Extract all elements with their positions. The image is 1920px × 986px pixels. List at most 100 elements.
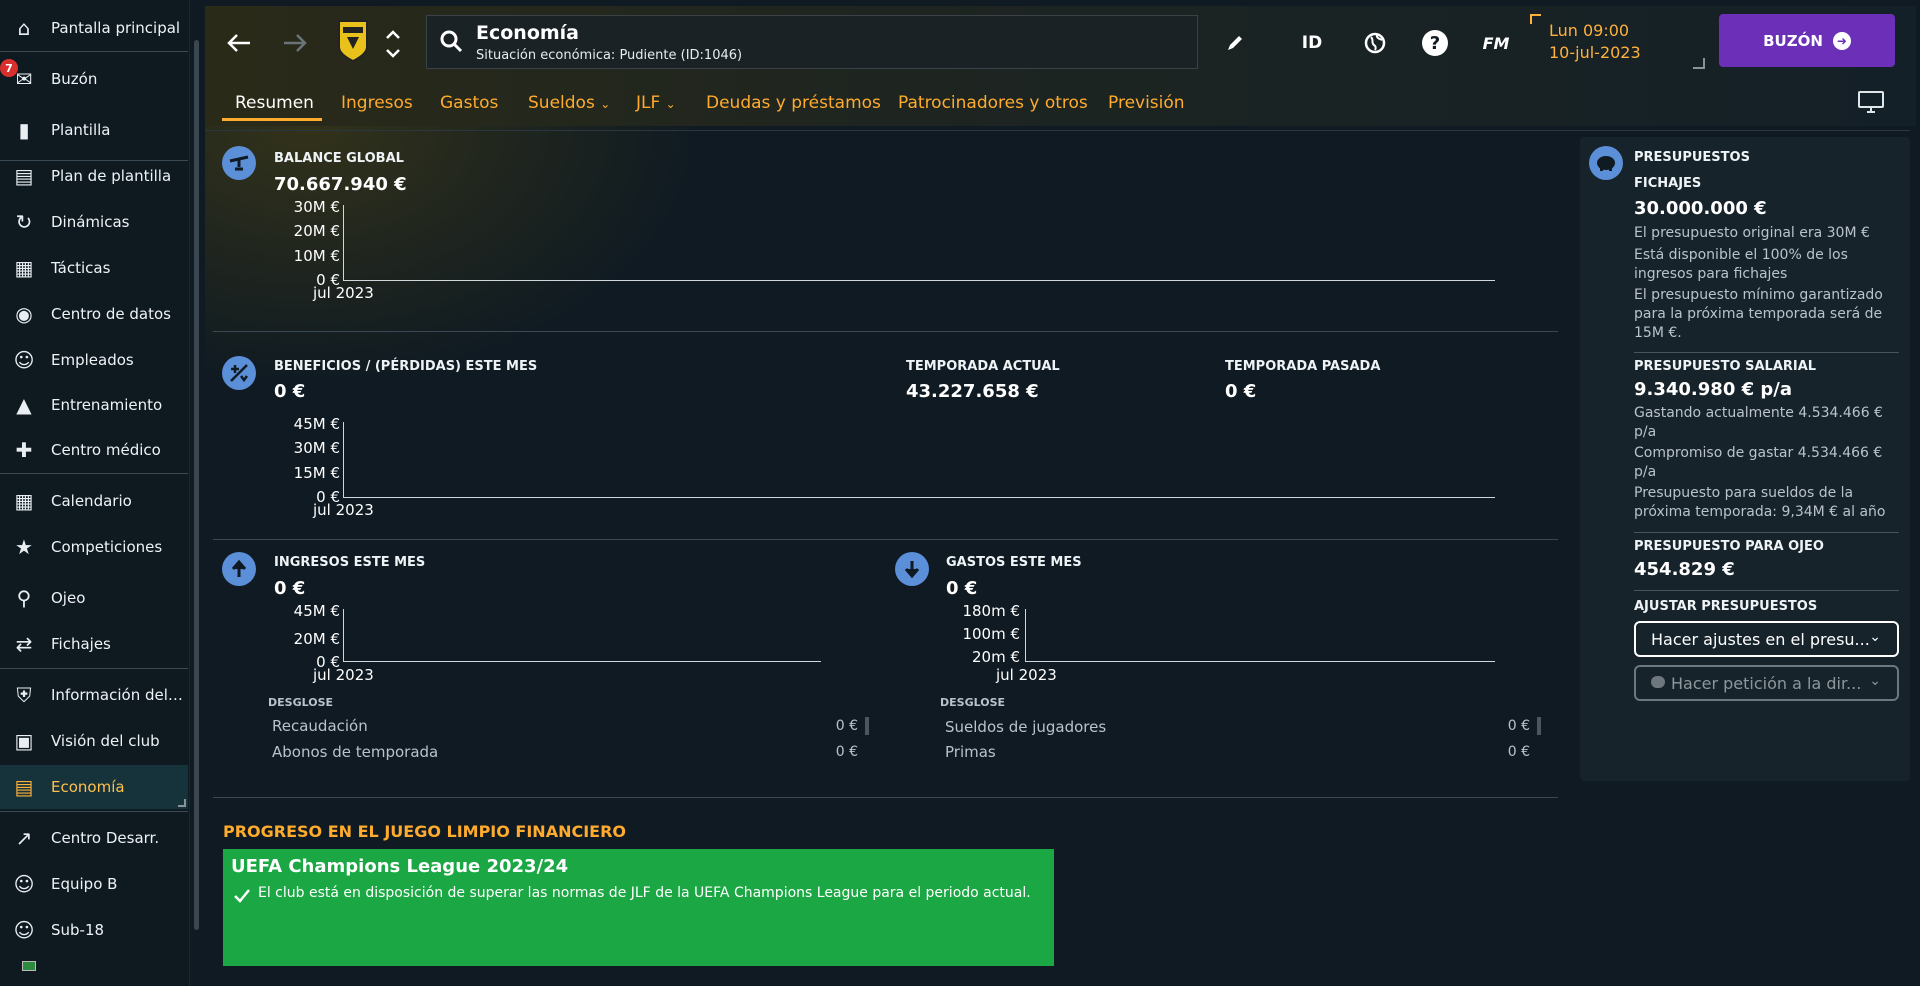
balance-x-tick: jul 2023 — [313, 284, 374, 302]
sidebar-divider — [0, 51, 188, 52]
current-season-title: TEMPORADA ACTUAL — [906, 359, 1060, 374]
section-divider — [213, 331, 1558, 332]
tab-ingresos[interactable]: Ingresos — [341, 93, 413, 113]
sidebar-item-centro-de-datos[interactable]: ◉ Centro de datos — [0, 292, 188, 336]
balance-x-axis — [343, 280, 1495, 281]
clipboard-icon: ▤ — [14, 164, 34, 188]
world-button[interactable] — [1360, 28, 1390, 58]
transfer-budget-value: 30.000.000 € — [1634, 198, 1767, 219]
magnifier-icon: ⚲ — [16, 586, 32, 610]
sidebar-item-economía[interactable]: ▤ Economía — [0, 765, 188, 809]
shirt-icon: ▮ — [18, 118, 30, 142]
chevron-down-icon: ⌄ — [665, 97, 676, 111]
transfer-budget-note: El presupuesto mínimo garantizado para l… — [1634, 287, 1883, 341]
sidebar-divider — [0, 668, 188, 669]
income-x-axis — [343, 661, 821, 662]
transfer-budget-note: Está disponible el 100% de los ingresos … — [1634, 247, 1848, 282]
sidebar-item-label: Dinámicas — [51, 213, 130, 231]
balance-title: BALANCE GLOBAL — [274, 151, 404, 166]
balance-value: 70.667.940 € — [274, 174, 407, 195]
budget-divider — [1634, 532, 1899, 533]
club-switcher-button[interactable] — [382, 26, 404, 62]
sidebar-item-centro-médico[interactable]: ✚ Centro médico — [0, 428, 188, 472]
sidebar-item-label: Fichajes — [51, 635, 111, 653]
chevron-down-icon: ⌄ — [1869, 673, 1881, 689]
expenses-x-axis — [1025, 661, 1495, 662]
fm-menu-button[interactable]: FM — [1480, 30, 1512, 56]
sidebar-item-fichajes[interactable]: ⇄ Fichajes — [0, 622, 188, 666]
current-date: 10-jul-2023 — [1549, 43, 1641, 62]
balance-y-tick: 30M € — [293, 198, 340, 216]
expenses-row-value: 0 € — [1507, 718, 1530, 734]
tab-prevision[interactable]: Previsión — [1108, 93, 1185, 113]
board-request-button[interactable]: Hacer petición a la dir... ⌄ — [1634, 665, 1899, 701]
club-crest[interactable] — [336, 18, 370, 64]
back-button[interactable] — [224, 28, 254, 58]
tab-sueldos-label: Sueldos — [528, 93, 595, 113]
sidebar-item-label: Ojeo — [51, 589, 86, 607]
sidebar-item-buzón[interactable]: ✉ Buzón 7 — [0, 57, 188, 101]
tab-gastos[interactable]: Gastos — [440, 93, 498, 113]
sidebar-item-equipo-b[interactable]: ☺ Equipo B — [0, 862, 188, 906]
sidebar-item-entrenamiento[interactable]: ▲ Entrenamiento — [0, 383, 188, 427]
sidebar-item-dinámicas[interactable]: ↻ Dinámicas — [0, 200, 188, 244]
sidebar-item-sub-18[interactable]: ☺ Sub-18 — [0, 908, 188, 952]
wage-budget-note: Compromiso de gastar 4.534.466 € p/a — [1634, 445, 1883, 480]
sidebar-item-label: Centro Desarr. — [51, 829, 160, 847]
balance-scale-icon — [222, 146, 256, 180]
sidebar-item-información-del-cl[interactable]: ⛨ Información del cl... — [0, 673, 188, 717]
sidebar-item-competiciones[interactable]: ★ Competiciones — [0, 525, 188, 569]
tab-resumen[interactable]: Resumen — [235, 93, 314, 113]
sidebar-item-plantilla[interactable]: ▮ Plantilla — [0, 108, 188, 152]
sidebar-item-ojeo[interactable]: ⚲ Ojeo — [0, 576, 188, 620]
ffp-message: El club está en disposición de superar l… — [258, 885, 1031, 901]
display-mode-button[interactable] — [1855, 88, 1887, 116]
page-title: Economía — [476, 22, 580, 44]
edit-button[interactable] — [1222, 30, 1248, 56]
id-button[interactable]: ID — [1296, 30, 1328, 56]
adjust-budgets-button[interactable]: Hacer ajustes en el presu... ⌄ — [1634, 621, 1899, 657]
forward-button[interactable] — [280, 28, 310, 58]
sidebar-item-label: Competiciones — [51, 538, 163, 556]
unread-count-badge: 7 — [0, 59, 18, 77]
tab-deudas[interactable]: Deudas y préstamos — [706, 93, 881, 113]
sidebar: ⌂ Pantalla principal ✉ Buzón 7 ▮ Plantilla ▤ Pla… — [0, 0, 190, 986]
expenses-y-tick: 20m € — [971, 648, 1020, 666]
sidebar-scrollbar[interactable] — [194, 40, 199, 930]
sidebar-item-pantalla-principal[interactable]: ⌂ Pantalla principal — [0, 6, 188, 50]
tab-jlf[interactable]: JLF ⌄ — [636, 93, 676, 113]
expenses-row-label: Primas — [945, 743, 996, 761]
help-button[interactable]: ? — [1420, 28, 1450, 58]
piggy-bank-icon — [1589, 146, 1623, 180]
income-y-axis — [343, 609, 344, 662]
inbox-continue-button[interactable]: BUZÓN ➜ — [1719, 14, 1895, 67]
income-row-bar — [865, 717, 869, 735]
dynamics-icon: ↻ — [15, 210, 33, 234]
sidebar-item-label: Calendario — [51, 492, 132, 510]
income-breakdown-title: DESGLOSE — [268, 696, 334, 709]
sidebar-divider — [0, 811, 188, 812]
data-hub-icon: ◉ — [15, 302, 33, 326]
sidebar-item-centro-desarr[interactable]: ↗ Centro Desarr. — [0, 816, 188, 860]
arrow-right-circle-icon: ➜ — [1832, 31, 1851, 50]
income-row-label: Abonos de temporada — [272, 743, 439, 761]
sidebar-item-tácticas[interactable]: ▦ Tácticas — [0, 246, 188, 290]
profit-title: BENEFICIOS / (PÉRDIDAS) ESTE MES — [274, 359, 538, 374]
sidebar-item-label: Entrenamiento — [51, 396, 163, 414]
expenses-row-bar — [1537, 717, 1541, 735]
sidebar-item-visión-del-club[interactable]: ▣ Visión del club — [0, 719, 188, 763]
tab-sueldos[interactable]: Sueldos ⌄ — [528, 93, 610, 113]
tab-jlf-label: JLF — [636, 93, 661, 113]
chevron-down-icon: ⌄ — [600, 97, 611, 111]
ffp-section-title: PROGRESO EN EL JUEGO LIMPIO FINANCIERO — [223, 822, 627, 841]
sidebar-item-empleados[interactable]: ☺ Empleados — [0, 338, 188, 382]
budgets-title: PRESUPUESTOS — [1634, 150, 1750, 165]
checkmark-icon — [234, 889, 250, 903]
sidebar-item-calendario[interactable]: ▦ Calendario — [0, 479, 188, 523]
tab-patrocinadores[interactable]: Patrocinadores y otros — [898, 93, 1088, 113]
sidebar-item-label: Visión del club — [51, 732, 160, 750]
expenses-title: GASTOS ESTE MES — [946, 555, 1082, 570]
expenses-arrow-down-icon — [895, 552, 929, 586]
expenses-y-axis — [1025, 609, 1026, 662]
profit-y-tick: 15M € — [293, 464, 340, 482]
